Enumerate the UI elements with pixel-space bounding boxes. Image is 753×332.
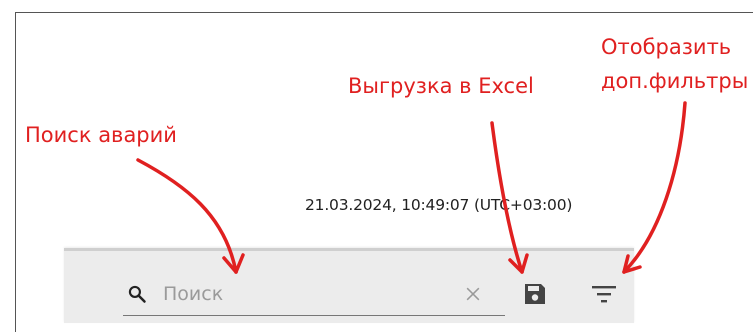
search-input[interactable]	[163, 280, 453, 308]
timestamp-label: 21.03.2024, 10:49:07 (UTC+03:00)	[305, 196, 573, 214]
filter-icon[interactable]	[591, 283, 617, 305]
annotation-filters-label-line2: доп.фильтры	[601, 69, 749, 93]
save-icon[interactable]	[523, 282, 547, 306]
close-icon[interactable]	[463, 284, 483, 304]
search-icon	[128, 285, 146, 303]
annotation-search-label: Поиск аварий	[25, 123, 177, 147]
annotation-export-label: Выгрузка в Excel	[348, 74, 534, 98]
search-field[interactable]	[123, 274, 505, 316]
annotation-filters-label-line1: Отобразить	[601, 35, 732, 59]
